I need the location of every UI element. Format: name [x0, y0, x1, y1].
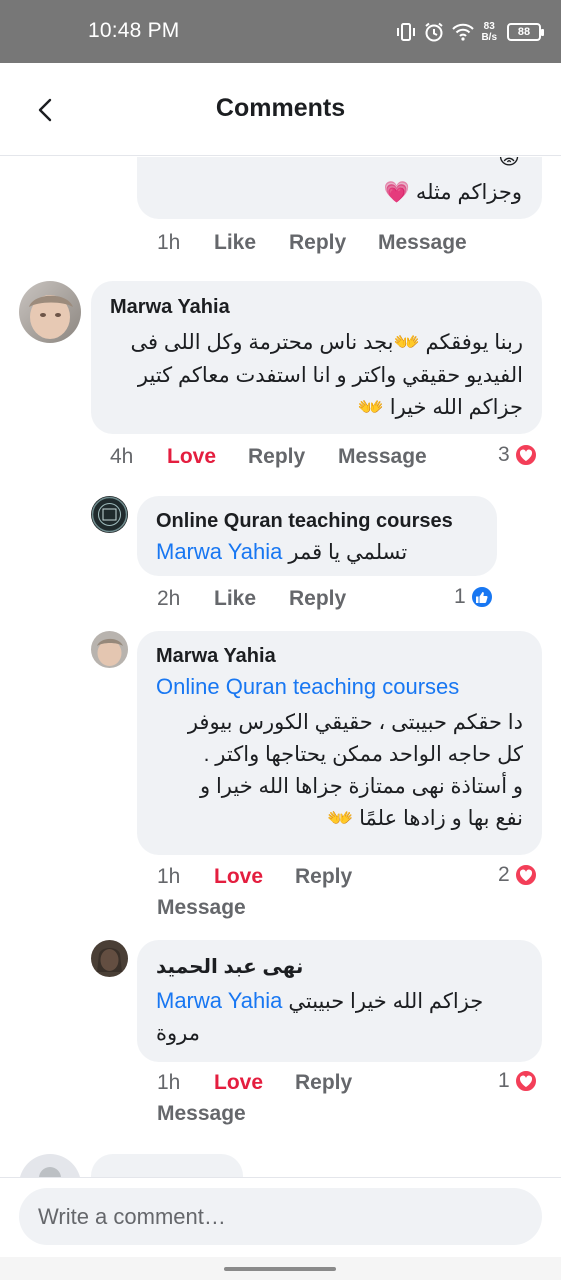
status-time: 10:48 PM	[88, 19, 180, 42]
thumbs-up-icon	[469, 585, 494, 609]
comment-time: 1h	[157, 865, 181, 888]
battery-level: 88	[517, 26, 531, 38]
like-button[interactable]: Like	[214, 587, 256, 611]
message-button[interactable]: Message	[338, 445, 427, 469]
wifi-icon	[451, 22, 475, 42]
message-button[interactable]: Message	[157, 896, 246, 920]
comment-text: جزاكم الله خيرا حبيبتي	[288, 990, 484, 1013]
heart-icon	[513, 1069, 538, 1093]
battery-icon: 88	[507, 23, 544, 41]
comment-author[interactable]: نهى عبد الحميد	[156, 954, 303, 979]
message-button[interactable]: Message	[157, 1102, 246, 1126]
reply-bubble: نهى عبد الحميد Marwa Yahia جزاكم الله خي…	[137, 940, 542, 1062]
comment-author[interactable]: Online Quran teaching courses	[156, 510, 453, 533]
system-nav-bar	[0, 1257, 561, 1280]
status-bar: 10:48 PM 83 B/s 88	[0, 0, 561, 63]
reply-bubble: Online Quran teaching courses Marwa Yahi…	[137, 496, 497, 576]
comment-text: تسلمي يا قمر	[288, 541, 408, 564]
status-icons: 83 B/s 88	[395, 16, 544, 48]
comment-text-line: كل حاجه الواحد ممكن يحتاجها واكتر .	[203, 743, 523, 766]
reaction-count: 1	[498, 1069, 510, 1092]
alarm-icon	[423, 21, 445, 43]
net-speed-unit: B/s	[481, 32, 497, 43]
reply-button[interactable]: Reply	[295, 1071, 352, 1095]
heart-icon	[513, 443, 538, 467]
net-speed-value: 83	[483, 21, 495, 32]
reply-button[interactable]: Reply	[248, 445, 305, 469]
reaction-count: 3	[498, 443, 510, 466]
reply-content: Marwa Yahia جزاكم الله خيرا حبيبتي	[156, 985, 526, 1018]
vibrate-icon	[395, 21, 417, 43]
reply-button[interactable]: Reply	[289, 587, 346, 611]
reaction-count: 1	[454, 585, 466, 608]
sad-emoji: 😟	[498, 157, 520, 169]
reaction-count: 2	[498, 863, 510, 886]
comments-header: Comments	[0, 63, 561, 156]
comment-text-line: ربنا يوفقكم 👐بجد ناس محترمة وكل اللى فى	[130, 331, 523, 354]
comment-list[interactable]: 😟 وجزاكم مثله 💗 1h Like Reply Message Ma…	[0, 157, 561, 1177]
home-gesture-bar[interactable]	[224, 1267, 336, 1271]
love-button[interactable]: Love	[214, 865, 263, 889]
mention-link[interactable]: Marwa Yahia	[156, 988, 282, 1014]
reply-button[interactable]: Reply	[295, 865, 352, 889]
comment-bubble	[91, 1154, 243, 1177]
comment-input[interactable]	[19, 1188, 542, 1245]
like-button[interactable]: Like	[214, 231, 256, 255]
mention-link[interactable]: Marwa Yahia	[156, 539, 282, 565]
avatar[interactable]	[19, 1154, 81, 1177]
reaction-summary[interactable]: 3	[498, 443, 538, 467]
comment-text-line: جزاكم الله خيرا 👐	[357, 396, 523, 419]
love-button[interactable]: Love	[167, 445, 216, 469]
comment-time: 4h	[110, 445, 134, 468]
comment-text-line: نفع بها و زادها علمًا 👐	[327, 807, 523, 830]
comment-text-line: الفيديو حقيقي واكتر و انا استفدت معاكم ك…	[137, 364, 523, 387]
comment-author[interactable]: Marwa Yahia	[156, 645, 276, 668]
comment-bubble: Marwa Yahia ربنا يوفقكم 👐بجد ناس محترمة …	[91, 281, 542, 434]
comment-time: 1h	[157, 1071, 181, 1094]
comment-bubble: 😟 وجزاكم مثله 💗	[137, 157, 542, 219]
comment-time: 1h	[157, 231, 181, 254]
comment-text-line: دا حقكم حبيبتى ، حقيقي الكورس بيوفر	[187, 711, 523, 734]
heart-icon	[513, 863, 538, 887]
reply-content: Marwa Yahia تسلمي يا قمر	[156, 536, 486, 569]
comment-author[interactable]: Marwa Yahia	[110, 296, 230, 319]
comment-actions: 2h Like Reply	[157, 587, 457, 617]
message-button[interactable]: Message	[378, 231, 467, 255]
comment-actions: 1h Like Reply Message	[157, 231, 497, 261]
comment-text-line: مروة	[156, 1022, 200, 1045]
reaction-summary[interactable]: 1	[454, 585, 494, 609]
mention-link[interactable]: Online Quran teaching courses	[156, 674, 459, 700]
reaction-summary[interactable]: 2	[498, 863, 538, 887]
reaction-summary[interactable]: 1	[498, 1069, 538, 1093]
reply-bubble: Marwa Yahia Online Quran teaching course…	[137, 631, 542, 855]
page-title: Comments	[215, 94, 346, 122]
love-button[interactable]: Love	[214, 1071, 263, 1095]
avatar[interactable]	[91, 631, 128, 668]
comment-composer	[0, 1177, 561, 1257]
comment-text-line: و أستاذة نهى ممتازة جزاها الله خيرا و	[200, 775, 523, 798]
net-speed: 83 B/s	[481, 21, 497, 43]
page-avatar[interactable]	[91, 496, 128, 533]
avatar[interactable]	[91, 940, 128, 977]
comment-text: وجزاكم مثله 💗	[383, 181, 522, 204]
comment-actions: 1h Love Reply Message	[157, 865, 457, 929]
avatar[interactable]	[19, 281, 81, 343]
comment-actions: 1h Love Reply Message	[157, 1071, 457, 1135]
comment-time: 2h	[157, 587, 181, 610]
comment-actions: 4h Love Reply Message	[110, 445, 450, 475]
reply-button[interactable]: Reply	[289, 231, 346, 255]
